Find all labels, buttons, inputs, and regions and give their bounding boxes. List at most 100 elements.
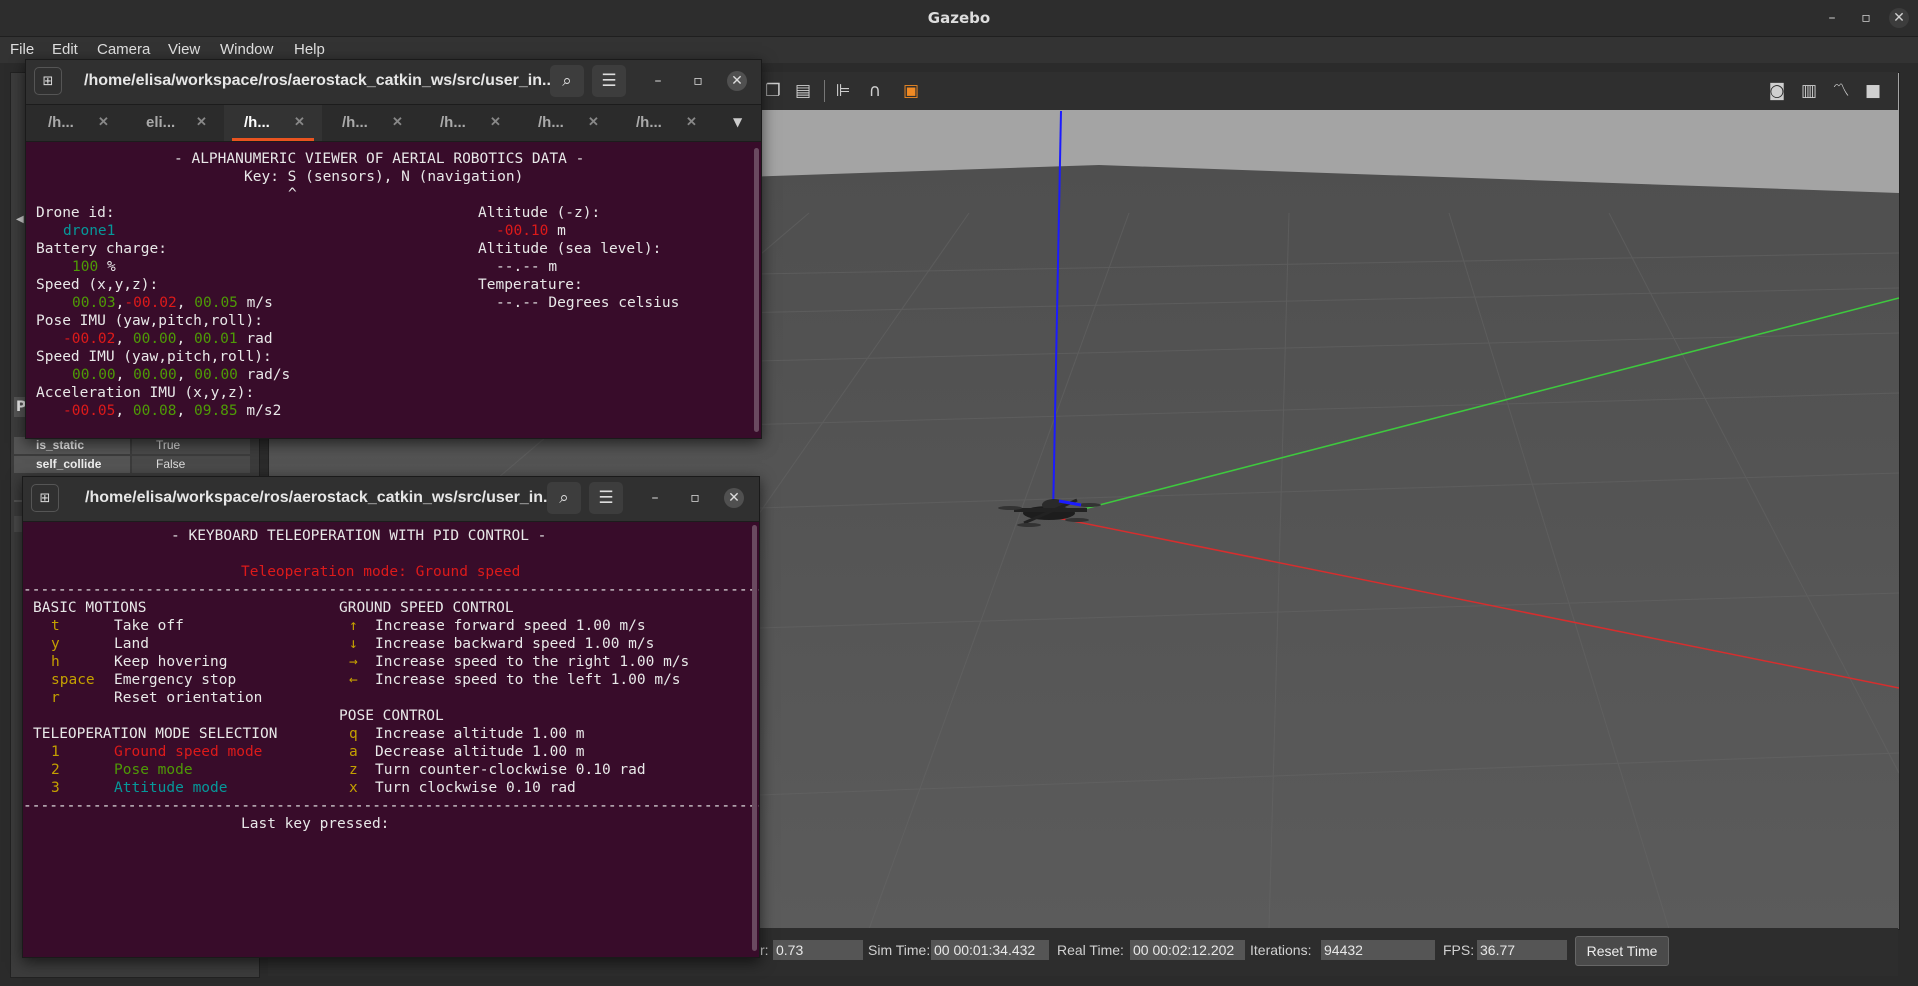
property-value: True: [132, 437, 250, 454]
scrollbar[interactable]: [754, 148, 759, 432]
key-t: t: [51, 618, 60, 634]
desc-ground-speed-mode: Ground speed mode: [114, 744, 263, 760]
terminal-tab[interactable]: eli... ✕: [126, 105, 224, 141]
screenshot-icon[interactable]: ◙: [1766, 80, 1788, 102]
terminal-tab[interactable]: /h... ✕: [616, 105, 714, 141]
close-icon[interactable]: ✕: [727, 71, 747, 91]
acc-label: Acceleration IMU (x,y,z):: [36, 385, 255, 401]
minimize-icon[interactable]: –: [645, 488, 665, 508]
temperature-line: --.-- Degrees celsius: [496, 294, 679, 312]
hamburger-menu-icon[interactable]: ☰: [589, 482, 623, 514]
key-y: y: [51, 636, 60, 652]
terminal-tab[interactable]: /h... ✕: [322, 105, 420, 141]
terminal-tab-active[interactable]: /h... ✕: [224, 105, 322, 141]
speed-line: 00.03,-00.02, 00.05 m/s: [72, 295, 273, 311]
tab-close-icon[interactable]: ✕: [196, 114, 207, 130]
plot-icon[interactable]: 〽: [1830, 80, 1852, 102]
pose-pitch: 00.00: [132, 331, 177, 347]
key-1: 1: [51, 744, 60, 760]
terminal-tab[interactable]: /h... ✕: [28, 105, 126, 141]
pose-line: -00.02, 00.00, 00.01 rad: [63, 331, 273, 347]
tab-close-icon[interactable]: ✕: [98, 114, 109, 130]
desc-turn-ccw: Turn counter-clockwise 0.10 rad: [375, 762, 646, 778]
terminal-window-viewer[interactable]: ⊞ /home/elisa/workspace/ros/aerostack_ca…: [25, 59, 762, 439]
maximize-icon[interactable]: ▫: [688, 71, 708, 91]
pose-unit: rad: [246, 331, 273, 347]
menu-window[interactable]: Window: [220, 41, 273, 58]
key-left-arrow: ←: [349, 672, 358, 688]
copy-icon[interactable]: ❐: [762, 80, 784, 102]
new-tab-icon[interactable]: ⊞: [31, 484, 59, 512]
close-icon[interactable]: ✕: [724, 488, 744, 508]
key-space: space: [51, 672, 95, 688]
iterations-label: Iterations:: [1250, 942, 1312, 958]
minimize-button[interactable]: –: [1822, 8, 1842, 28]
property-is-static[interactable]: is_static ✓ True: [14, 437, 250, 455]
terminal-tab[interactable]: /h... ✕: [518, 105, 616, 141]
altitude-label: Altitude (-z):: [478, 205, 601, 221]
tab-label: /h...: [244, 114, 270, 131]
menu-help[interactable]: Help: [294, 41, 325, 58]
pose-yaw: -00.02: [63, 331, 116, 347]
tab-close-icon[interactable]: ✕: [588, 114, 599, 130]
tab-label: /h...: [636, 114, 662, 131]
desc-decrease-altitude: Decrease altitude 1.00 m: [375, 744, 585, 760]
speed-imu-pitch: 00.00: [133, 367, 177, 383]
box-icon[interactable]: ▣: [900, 80, 922, 102]
speed-imu-roll: 00.00: [194, 367, 238, 383]
tab-close-icon[interactable]: ✕: [490, 114, 501, 130]
speed-y: -00.02: [124, 295, 177, 311]
desc-forward-speed: Increase forward speed 1.00 m/s: [375, 618, 646, 634]
speed-imu-yaw: 00.00: [72, 367, 116, 383]
menu-view[interactable]: View: [168, 41, 200, 58]
property-self-collide[interactable]: self_collide False: [14, 456, 250, 474]
sim-time-value: 00 00:01:34.432: [931, 940, 1049, 960]
maximize-icon[interactable]: ▫: [685, 488, 705, 508]
maximize-button[interactable]: ▫: [1856, 8, 1876, 28]
speed-z: 00.05: [194, 295, 238, 311]
new-tab-icon[interactable]: ⊞: [34, 67, 62, 95]
align-icon[interactable]: ⊫: [832, 80, 854, 102]
real-time-label: Real Time:: [1057, 942, 1124, 958]
rtf-value: 0.73: [773, 940, 863, 960]
speed-imu-label: Speed IMU (yaw,pitch,roll):: [36, 349, 272, 365]
log-icon[interactable]: ▥: [1798, 80, 1820, 102]
search-icon[interactable]: ⌕: [547, 482, 581, 514]
menu-edit[interactable]: Edit: [52, 41, 78, 58]
record-icon[interactable]: ■: [1862, 80, 1884, 102]
tab-list-dropdown-icon[interactable]: ▼: [733, 115, 742, 129]
terminal-tab[interactable]: /h... ✕: [420, 105, 518, 141]
acc-z: 09.85: [193, 403, 238, 419]
collapse-arrow-icon[interactable]: ◀: [16, 214, 24, 225]
desc-reset-orientation: Reset orientation: [114, 690, 263, 706]
minimize-icon[interactable]: –: [648, 71, 668, 91]
key-a: a: [349, 744, 358, 760]
teleop-mode-line: Teleoperation mode: Ground speed: [241, 564, 521, 580]
tab-close-icon[interactable]: ✕: [392, 114, 403, 130]
property-value: False: [132, 456, 250, 473]
tab-label: /h...: [440, 114, 466, 131]
reset-time-button[interactable]: Reset Time: [1575, 936, 1669, 966]
menu-camera[interactable]: Camera: [97, 41, 150, 58]
paste-icon[interactable]: ▤: [792, 80, 814, 102]
temperature-label: Temperature:: [478, 277, 583, 293]
temperature-value: --.--: [496, 295, 540, 311]
key-3: 3: [51, 780, 60, 796]
tab-close-icon[interactable]: ✕: [686, 114, 697, 130]
property-key: is_static: [14, 437, 130, 454]
magnet-icon[interactable]: ∩: [864, 80, 886, 102]
terminal-window-teleop[interactable]: ⊞ /home/elisa/workspace/ros/aerostack_ca…: [22, 476, 760, 958]
tab-close-icon[interactable]: ✕: [294, 114, 305, 130]
basic-motions-title: BASIC MOTIONS: [33, 600, 147, 616]
hamburger-menu-icon[interactable]: ☰: [592, 65, 626, 97]
scrollbar[interactable]: [752, 525, 757, 951]
close-button[interactable]: ✕: [1889, 8, 1909, 28]
key-x: x: [349, 780, 358, 796]
search-icon[interactable]: ⌕: [550, 65, 584, 97]
viewer-caret: ^: [288, 186, 297, 202]
menu-file[interactable]: File: [10, 41, 34, 58]
altitude-unit: m: [557, 223, 566, 239]
tab-label: /h...: [48, 114, 74, 131]
desc-emergency-stop: Emergency stop: [114, 672, 237, 688]
speed-label: Speed (x,y,z):: [36, 277, 159, 293]
